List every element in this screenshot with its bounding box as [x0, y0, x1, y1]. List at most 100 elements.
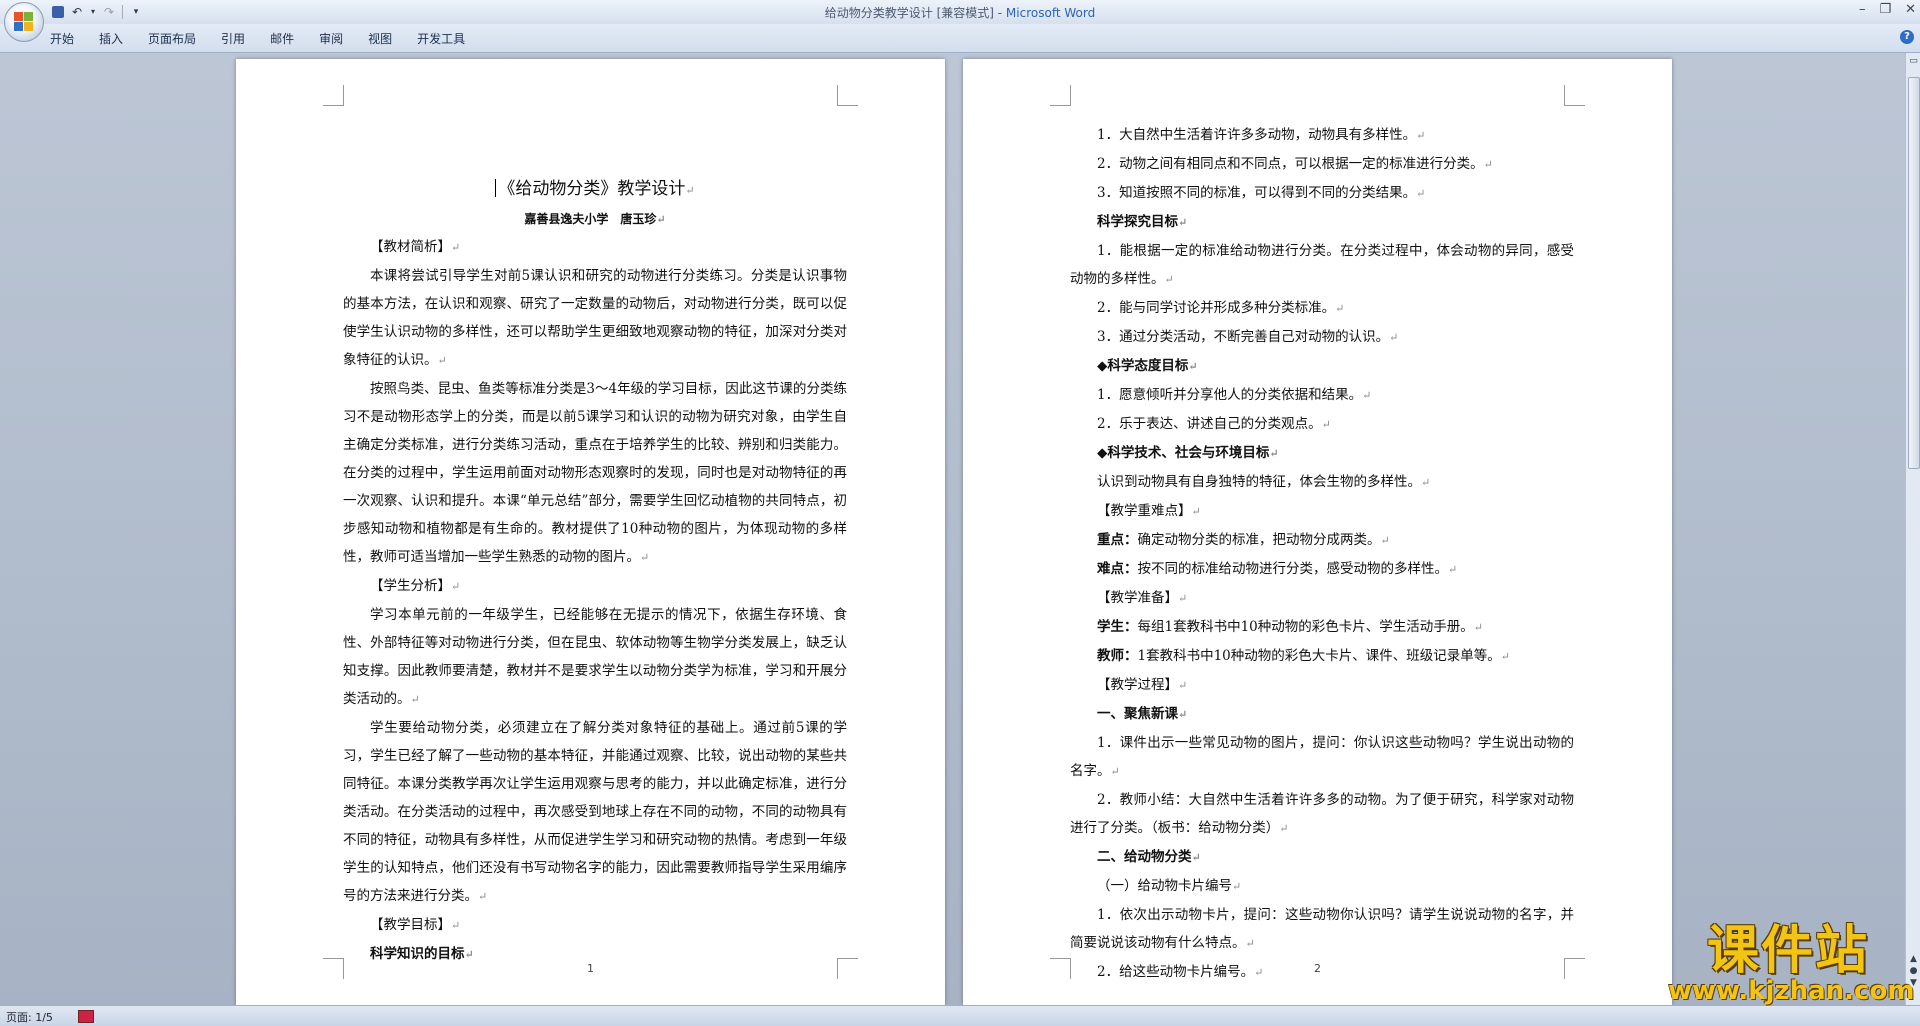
paragraph-mark: ↵	[451, 241, 461, 254]
list-item: 认识到动物具有自身独特的特征，体会生物的多样性。↵	[1070, 468, 1574, 497]
paragraph-mark: ↵	[1191, 505, 1201, 518]
paragraph-text: 确定动物分类的标准，把动物分成两类。	[1137, 532, 1381, 548]
paragraph-text: 1套教科书中10种动物的彩色大卡片、课件、班级记录单等。	[1137, 648, 1501, 664]
watermark-url: www.kjzhan.com	[1668, 976, 1915, 1006]
site-watermark: 课件站 www.kjzhan.com	[1668, 921, 1915, 1006]
paragraph-mark: ↵	[478, 890, 488, 903]
page-count-status[interactable]: 页面: 1/5	[6, 1009, 53, 1025]
window-controls: – ❐ ✕	[1859, 2, 1916, 17]
restore-icon[interactable]: ❐	[1879, 2, 1891, 17]
paragraph-mark: ↵	[464, 948, 474, 961]
paragraph-mark: ↵	[1380, 534, 1390, 547]
paragraph-text: 【教材简析】	[370, 239, 451, 255]
scrollbar-thumb[interactable]	[1908, 77, 1920, 469]
ribbon: 开始 插入 页面布局 引用 邮件 审阅 视图 开发工具 ?	[0, 24, 1920, 53]
labeled-line: 重点：确定动物分类的标准，把动物分成两类。↵	[1070, 526, 1574, 555]
application-name: Microsoft Word	[1005, 6, 1096, 20]
paragraph-text: 2．动物之间有相同点和不同点，可以根据一定的标准进行分类。	[1097, 156, 1484, 172]
paragraph-text: 学习本单元前的一年级学生，已经能够在无提示的情况下，依据生存环境、食性、外部特征…	[343, 607, 847, 707]
paragraph-mark: ↵	[1178, 592, 1188, 605]
paragraph-mark: ↵	[1321, 418, 1331, 431]
help-icon[interactable]: ?	[1900, 30, 1914, 44]
document-title: 给动物分类教学设计 [兼容模式] -	[824, 6, 1006, 20]
paragraph-mark: ↵	[410, 693, 420, 706]
paragraph-text: 【教学重难点】	[1097, 503, 1192, 519]
paragraph-mark: ↵	[1191, 851, 1201, 864]
page-1-body: 《给动物分类》教学设计↵ 嘉善县逸夫小学 唐玉珍↵ 【教材简析】↵ 本课将尝试引导…	[343, 178, 847, 969]
paragraph-text: 二、给动物分类	[1097, 849, 1192, 865]
paragraph-mark: ↵	[1500, 650, 1510, 663]
ribbon-tab[interactable]: 邮件	[270, 30, 294, 47]
document-heading: 《给动物分类》教学设计↵	[343, 174, 847, 206]
paragraph-mark: ↵	[1335, 302, 1345, 315]
office-button[interactable]	[4, 2, 44, 42]
list-item: 2．能与同学讨论并形成多种分类标准。↵	[1070, 294, 1574, 323]
paragraph-mark: ↵	[1110, 765, 1120, 778]
page-1[interactable]: 《给动物分类》教学设计↵ 嘉善县逸夫小学 唐玉珍↵ 【教材简析】↵ 本课将尝试引导…	[236, 59, 945, 1005]
labeled-line: 教师：1套教科书中10种动物的彩色大卡片、课件、班级记录单等。↵	[1070, 642, 1574, 671]
ribbon-tabs: 开始 插入 页面布局 引用 邮件 审阅 视图 开发工具	[50, 30, 490, 47]
ribbon-tab[interactable]: 视图	[368, 30, 392, 47]
ribbon-tab[interactable]: 插入	[99, 30, 123, 47]
body-paragraph: 2．教师小结：大自然中生活着许许多多的动物。为了便于研究，科学家对动物进行了分类…	[1070, 786, 1574, 843]
title-bar: ↶ ▾ ↷ ▾ 给动物分类教学设计 [兼容模式] - Microsoft Wor…	[0, 0, 1920, 42]
ribbon-tab[interactable]: 页面布局	[148, 30, 196, 47]
paragraph-text: 本课将尝试引导学生对前5课认识和研究的动物进行分类练习。分类是认识事物的基本方法…	[343, 268, 847, 368]
document-area: 《给动物分类》教学设计↵ 嘉善县逸夫小学 唐玉珍↵ 【教材简析】↵ 本课将尝试引导…	[0, 53, 1905, 1005]
paragraph-mark: ↵	[1389, 331, 1399, 344]
paragraph-mark: ↵	[1245, 937, 1255, 950]
ribbon-tab[interactable]: 引用	[221, 30, 245, 47]
scroll-up-icon[interactable]: ▲	[1908, 953, 1919, 965]
list-item: 【教学准备】↵	[1070, 584, 1574, 613]
ribbon-tab[interactable]: 审阅	[319, 30, 343, 47]
paragraph-text: 科学探究目标	[1097, 214, 1178, 230]
macro-record-icon[interactable]	[78, 1010, 94, 1023]
body-paragraph: 本课将尝试引导学生对前5课认识和研究的动物进行分类练习。分类是认识事物的基本方法…	[343, 262, 847, 375]
section-heading: 【教材简析】↵	[343, 233, 847, 262]
paragraph-mark: ↵	[1279, 822, 1289, 835]
subsection-heading: ◆科学技术、社会与环境目标↵	[1070, 439, 1574, 468]
paragraph-text: 认识到动物具有自身独特的特征，体会生物的多样性。	[1097, 474, 1421, 490]
paragraph-text: 【教学目标】	[370, 917, 451, 933]
ruler-toggle-icon[interactable]: ▭	[1908, 55, 1919, 67]
paragraph-text: 1．课件出示一些常见动物的图片，提问：你认识这些动物吗？学生说出动物的名字。	[1070, 735, 1574, 779]
page-1-content: 【教材简析】↵ 本课将尝试引导学生对前5课认识和研究的动物进行分类练习。分类是认识…	[343, 233, 847, 969]
vertical-scrollbar[interactable]: ▭ ▲ ● ▼	[1905, 53, 1920, 1005]
ribbon-tab[interactable]: 开发工具	[417, 30, 465, 47]
paragraph-mark: ↵	[437, 354, 447, 367]
paragraph-text: 【教学准备】	[1097, 590, 1178, 606]
page-2[interactable]: 1．大自然中生活着许许多多动物，动物具有多样性。↵ 2．动物之间有相同点和不同点，…	[963, 59, 1672, 1005]
page-number: 1	[587, 962, 594, 975]
body-paragraph: 按照鸟类、昆虫、鱼类等标准分类是3～4年级的学习目标，因此这节课的分类练习不是动…	[343, 375, 847, 572]
paragraph-text: 3．通过分类活动，不断完善自己对动物的认识。	[1097, 329, 1390, 345]
list-item: 2．动物之间有相同点和不同点，可以根据一定的标准进行分类。↵	[1070, 150, 1574, 179]
text-cursor	[495, 179, 497, 197]
list-item: 3．知道按照不同的标准，可以得到不同的分类结果。↵	[1070, 179, 1574, 208]
margin-mark	[323, 85, 344, 106]
minimize-icon[interactable]: –	[1859, 2, 1866, 17]
list-item: 1．大自然中生活着许许多多动物，动物具有多样性。↵	[1070, 121, 1574, 150]
paragraph-mark: ↵	[451, 919, 461, 932]
subsection-heading: 二、给动物分类↵	[1070, 843, 1574, 872]
paragraph-mark: ↵	[1416, 187, 1426, 200]
paragraph-mark: ↵	[1188, 360, 1198, 373]
paragraph-text: （一）给动物卡片编号	[1097, 878, 1232, 894]
paragraph-mark: ↵	[1362, 389, 1372, 402]
body-paragraph: 1．能根据一定的标准给动物进行分类。在分类过程中，体会动物的异同，感受动物的多样…	[1070, 237, 1574, 294]
watermark-title: 课件站	[1706, 921, 1869, 981]
list-item: 1．愿意倾听并分享他人的分类依据和结果。↵	[1070, 381, 1574, 410]
paragraph-text: 1．大自然中生活着许许多多动物，动物具有多样性。	[1097, 127, 1417, 143]
paragraph-mark: ↵	[640, 551, 650, 564]
margin-mark	[1564, 85, 1585, 106]
close-icon[interactable]: ✕	[1905, 2, 1916, 17]
paragraph-mark: ↵	[1421, 476, 1431, 489]
ribbon-tab[interactable]: 开始	[50, 30, 74, 47]
paragraph-text: 3．知道按照不同的标准，可以得到不同的分类结果。	[1097, 185, 1417, 201]
paragraph-text: 1．依次出示动物卡片，提问：这些动物你认识吗？请学生说说动物的名字，并简要说说该…	[1070, 907, 1574, 951]
window-title: 给动物分类教学设计 [兼容模式] - Microsoft Word	[0, 4, 1920, 21]
section-heading: 【学生分析】↵	[343, 572, 847, 601]
paragraph-mark: ↵	[656, 213, 666, 226]
document-heading-text: 《给动物分类》教学设计	[498, 179, 686, 199]
body-paragraph: 1．课件出示一些常见动物的图片，提问：你认识这些动物吗？学生说出动物的名字。↵	[1070, 729, 1574, 786]
paragraph-mark: ↵	[1178, 679, 1188, 692]
